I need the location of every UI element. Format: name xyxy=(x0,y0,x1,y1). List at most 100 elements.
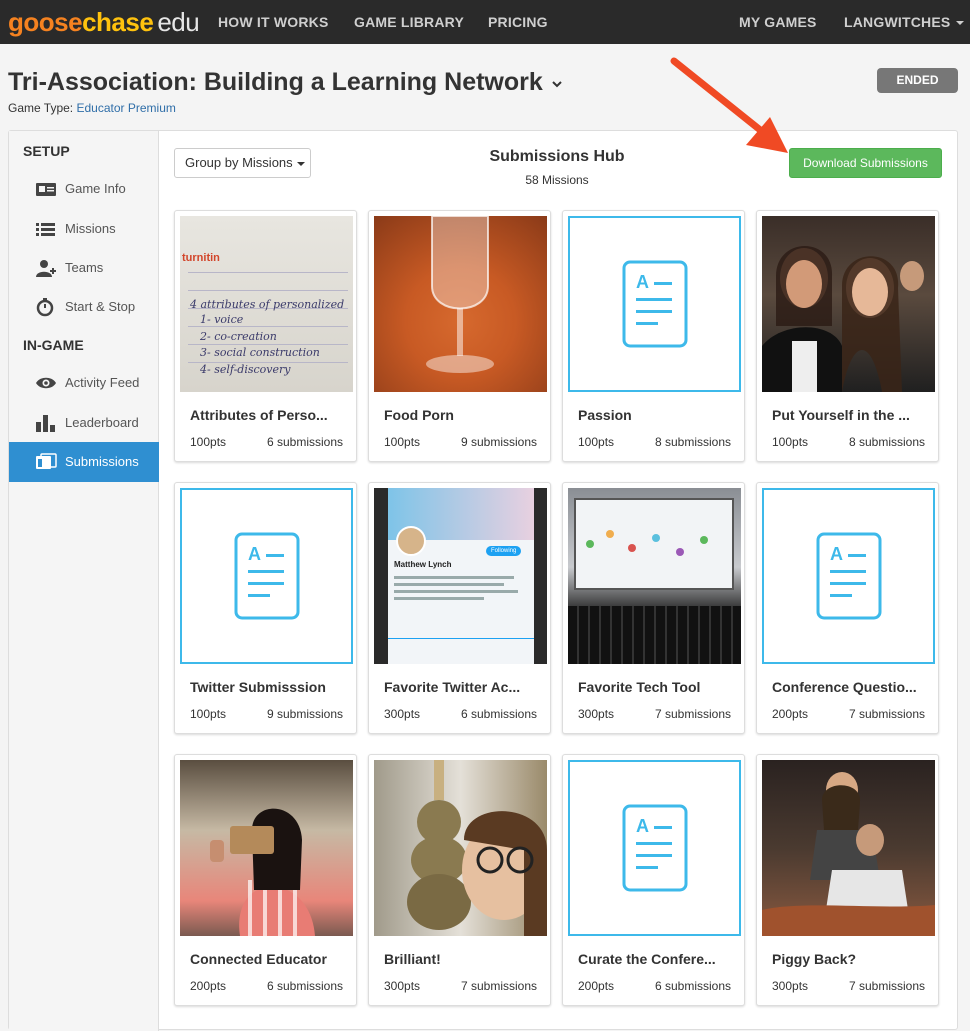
svg-text:A: A xyxy=(830,544,843,564)
game-type: Game Type: Educator Premium xyxy=(8,101,176,115)
profile-name: Matthew Lynch xyxy=(394,560,452,569)
mission-name: Passion xyxy=(578,407,632,423)
mission-card[interactable]: Piggy Back? 300pts 7 submissions xyxy=(756,754,939,1006)
group-by-dropdown[interactable]: Group by Missions xyxy=(174,148,311,178)
submission-count: 9 submissions xyxy=(460,435,537,449)
nav-my-games[interactable]: MY GAMES xyxy=(739,14,817,30)
mission-thumbnail xyxy=(374,216,547,392)
mission-card[interactable]: A Conference Questio... 200pts 7 submiss… xyxy=(756,482,939,734)
mission-name: Attributes of Perso... xyxy=(190,407,328,423)
mission-card[interactable]: Food Porn 100pts 9 submissions xyxy=(368,210,551,462)
piggyback-photo xyxy=(762,772,935,936)
submission-count: 7 submissions xyxy=(654,707,731,721)
mission-name: Curate the Confere... xyxy=(578,951,716,967)
sidebar-item-game-info[interactable]: Game Info xyxy=(9,169,159,209)
mission-card[interactable]: Brilliant! 300pts 7 submissions xyxy=(368,754,551,1006)
sidebar-item-start-stop[interactable]: Start & Stop xyxy=(9,287,159,327)
chevron-down-icon xyxy=(956,21,965,26)
mission-thumbnail: turnitin 4 attributes of personalized 1-… xyxy=(180,216,353,392)
game-type-link[interactable]: Educator Premium xyxy=(77,101,176,115)
submission-count: 7 submissions xyxy=(848,979,925,993)
mission-name: Food Porn xyxy=(384,407,454,423)
mission-card[interactable]: A Twitter Submisssion 100pts 9 submissio… xyxy=(174,482,357,734)
mission-points: 100pts xyxy=(190,435,227,449)
text-submission-icon: A xyxy=(622,804,688,892)
mission-card[interactable]: A Curate the Confere... 200pts 6 submiss… xyxy=(562,754,745,1006)
mission-points: 300pts xyxy=(772,979,809,993)
text-submission-icon: A xyxy=(622,260,688,348)
svg-text:A: A xyxy=(636,816,649,836)
sidebar: SETUP Game Info Missions Teams Start & S… xyxy=(9,131,159,1031)
download-submissions-button[interactable]: Download Submissions xyxy=(789,148,942,178)
mission-points: 300pts xyxy=(578,707,615,721)
mission-thumbnail: Following Matthew Lynch xyxy=(374,488,547,664)
mission-points: 100pts xyxy=(578,435,615,449)
mission-points: 100pts xyxy=(772,435,809,449)
photos-icon xyxy=(36,453,57,469)
mission-name: Brilliant! xyxy=(384,951,441,967)
text-submission-icon: A xyxy=(234,532,300,620)
submission-count: 7 submissions xyxy=(460,979,537,993)
wine-glass-photo xyxy=(426,216,494,373)
mission-thumbnail xyxy=(180,760,353,936)
goosechase-edu-logo[interactable]: goosechase edu xyxy=(8,7,200,37)
sidebar-heading-setup: SETUP xyxy=(23,143,70,159)
mission-points: 300pts xyxy=(384,979,421,993)
page-title: Tri-Association: Building a Learning Net… xyxy=(8,68,543,96)
annotation-arrow-icon xyxy=(670,57,788,153)
sidebar-item-activity-feed[interactable]: Activity Feed xyxy=(9,363,159,403)
mission-points: 200pts xyxy=(190,979,227,993)
text-submission-icon: A xyxy=(816,532,882,620)
mission-thumbnail: A xyxy=(568,760,741,936)
svg-text:A: A xyxy=(636,272,649,292)
vr-headset-photo xyxy=(210,808,315,936)
sidebar-heading-ingame: IN-GAME xyxy=(23,337,84,353)
nav-how-it-works[interactable]: HOW IT WORKS xyxy=(218,14,329,30)
lamp-selfie-photo xyxy=(407,760,547,936)
mission-points: 100pts xyxy=(384,435,421,449)
mission-thumbnail: A xyxy=(180,488,353,664)
eye-icon xyxy=(36,377,56,389)
mission-points: 100pts xyxy=(190,707,227,721)
nav-account-menu[interactable]: LANGWITCHES xyxy=(844,14,965,30)
mission-thumbnail: A xyxy=(762,488,935,664)
sidebar-item-teams[interactable]: Teams xyxy=(9,248,159,288)
sidebar-item-submissions[interactable]: Submissions xyxy=(9,442,159,482)
mission-points: 200pts xyxy=(772,707,809,721)
submission-count: 6 submissions xyxy=(266,435,343,449)
submission-count: 6 submissions xyxy=(654,979,731,993)
mission-name: Connected Educator xyxy=(190,951,327,967)
submission-count: 8 submissions xyxy=(654,435,731,449)
mission-points: 300pts xyxy=(384,707,421,721)
submission-count: 7 submissions xyxy=(848,707,925,721)
submission-count: 6 submissions xyxy=(266,979,343,993)
nav-pricing[interactable]: PRICING xyxy=(488,14,548,30)
sidebar-item-missions[interactable]: Missions xyxy=(9,209,159,249)
chevron-down-icon xyxy=(296,161,305,166)
mission-card[interactable]: Following Matthew Lynch Favorite Twitter… xyxy=(368,482,551,734)
mission-name: Piggy Back? xyxy=(772,951,857,967)
following-badge: Following xyxy=(486,546,522,556)
chevron-down-icon[interactable] xyxy=(552,80,562,88)
mission-points: 200pts xyxy=(578,979,615,993)
submission-count: 6 submissions xyxy=(460,707,537,721)
missions-count: 58 Missions xyxy=(525,173,589,187)
mission-card[interactable]: Connected Educator 200pts 6 submissions xyxy=(174,754,357,1006)
mission-thumbnail xyxy=(568,488,741,664)
mission-card[interactable]: Put Yourself in the ... 100pts 8 submiss… xyxy=(756,210,939,462)
mission-thumbnail: A xyxy=(568,216,741,392)
mission-card[interactable]: turnitin 4 attributes of personalized 1-… xyxy=(174,210,357,462)
mission-card[interactable]: A Passion 100pts 8 submissions xyxy=(562,210,745,462)
mission-name: Favorite Twitter Ac... xyxy=(384,679,521,695)
svg-text:A: A xyxy=(248,544,261,564)
sidebar-item-leaderboard[interactable]: Leaderboard xyxy=(9,403,159,443)
mission-thumbnail xyxy=(762,760,935,936)
nav-game-library[interactable]: GAME LIBRARY xyxy=(354,14,464,30)
id-card-icon xyxy=(36,183,56,196)
mission-name: Favorite Tech Tool xyxy=(578,679,701,695)
mission-card[interactable]: Favorite Tech Tool 300pts 7 submissions xyxy=(562,482,745,734)
submission-count: 8 submissions xyxy=(848,435,925,449)
list-icon xyxy=(36,223,55,236)
mission-name: Twitter Submisssion xyxy=(190,679,326,695)
selfie-photo xyxy=(762,246,924,392)
